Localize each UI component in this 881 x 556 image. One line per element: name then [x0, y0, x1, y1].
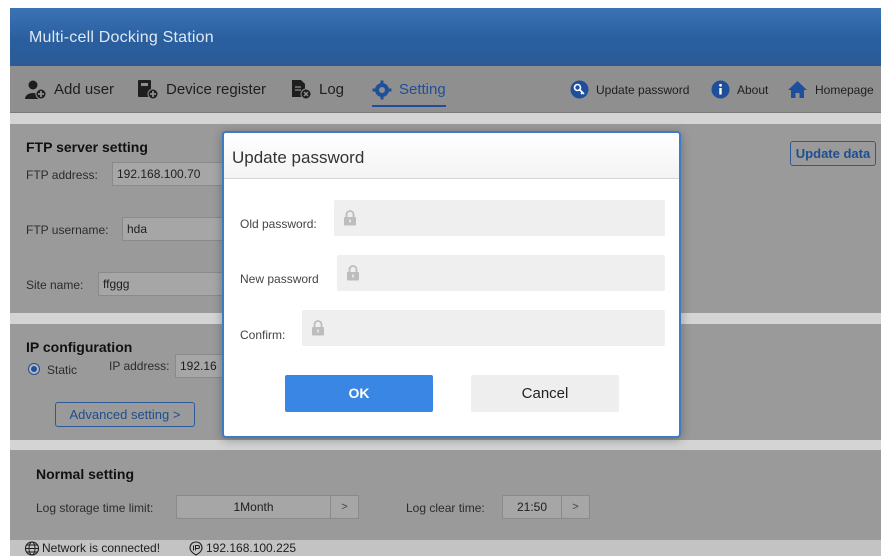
add-user-icon — [25, 80, 47, 99]
network-status-text: Network is connected! — [42, 541, 161, 555]
update-password-button[interactable]: Update password — [570, 66, 689, 113]
site-name-label: Site name: — [26, 278, 84, 292]
static-radio[interactable] — [28, 363, 40, 375]
toolbar: Add user Device register Log Setting Upd… — [10, 66, 881, 113]
dialog-title: Update password — [232, 148, 365, 167]
ip-section-title: IP configuration — [26, 339, 133, 355]
homepage-label: Homepage — [815, 82, 874, 97]
lock-icon — [312, 320, 324, 336]
chevron-right-icon: > — [561, 496, 589, 518]
log-clear-time-value: 21:50 — [516, 500, 548, 514]
log-button[interactable]: Log — [290, 66, 344, 113]
ftp-address-label: FTP address: — [26, 168, 98, 182]
gear-icon — [372, 80, 392, 99]
app-title: Multi-cell Docking Station — [29, 29, 214, 46]
lock-icon — [347, 265, 359, 281]
log-storage-value: 1Month — [233, 500, 274, 514]
home-icon — [788, 81, 807, 98]
device-register-label: Device register — [166, 81, 267, 98]
cancel-button[interactable]: Cancel — [471, 375, 619, 412]
ip-status-text: 192.168.100.225 — [206, 541, 297, 555]
title-bar: Multi-cell Docking Station — [10, 8, 881, 66]
update-password-dialog: Update password Old password: New passwo… — [222, 131, 681, 438]
log-clear-time-select[interactable]: 21:50 > — [502, 495, 590, 519]
ip-status: 192.168.100.225 — [188, 540, 296, 556]
network-icon — [24, 540, 40, 556]
device-register-button[interactable]: Device register — [137, 66, 266, 113]
add-user-button[interactable]: Add user — [25, 66, 114, 113]
update-password-label: Update password — [596, 82, 690, 97]
log-clear-time-label: Log clear time: — [406, 501, 485, 515]
log-icon — [292, 80, 312, 100]
confirm-password-label: Confirm: — [240, 328, 286, 342]
update-data-button[interactable]: Update data — [790, 141, 876, 166]
static-label: Static — [47, 363, 78, 377]
confirm-password-input[interactable] — [302, 310, 665, 346]
log-storage-label: Log storage time limit: — [36, 501, 154, 515]
homepage-button[interactable]: Homepage — [787, 66, 874, 113]
setting-label: Setting — [399, 81, 446, 98]
key-icon — [570, 80, 589, 99]
old-password-input[interactable] — [334, 200, 665, 236]
dialog-header: Update password — [224, 133, 679, 179]
device-register-icon — [138, 80, 159, 100]
log-label: Log — [319, 81, 345, 98]
add-user-label: Add user — [54, 81, 115, 98]
normal-settings-panel: Normal setting Log storage time limit: 1… — [10, 450, 881, 540]
setting-tab[interactable]: Setting — [372, 66, 446, 113]
lock-icon — [344, 210, 356, 226]
ok-button[interactable]: OK — [285, 375, 433, 412]
ftp-username-label: FTP username: — [26, 223, 109, 237]
new-password-input[interactable] — [337, 255, 665, 291]
advanced-setting-button[interactable]: Advanced setting > — [55, 402, 195, 427]
ftp-section-title: FTP server setting — [26, 139, 148, 155]
site-name-field[interactable]: ffggg — [98, 272, 242, 296]
log-storage-select[interactable]: 1Month > — [176, 495, 359, 519]
network-status: Network is connected! — [24, 540, 160, 556]
normal-section-title: Normal setting — [36, 466, 135, 482]
chevron-right-icon: > — [330, 496, 358, 518]
about-label: About — [737, 82, 769, 97]
ip-icon — [189, 540, 203, 556]
new-password-label: New password — [240, 272, 319, 286]
old-password-label: Old password: — [240, 217, 317, 231]
about-button[interactable]: About — [711, 66, 768, 113]
status-bar: Network is connected! 192.168.100.225 — [10, 540, 881, 556]
info-icon — [711, 80, 730, 99]
ip-address-label: IP address: — [109, 359, 170, 373]
